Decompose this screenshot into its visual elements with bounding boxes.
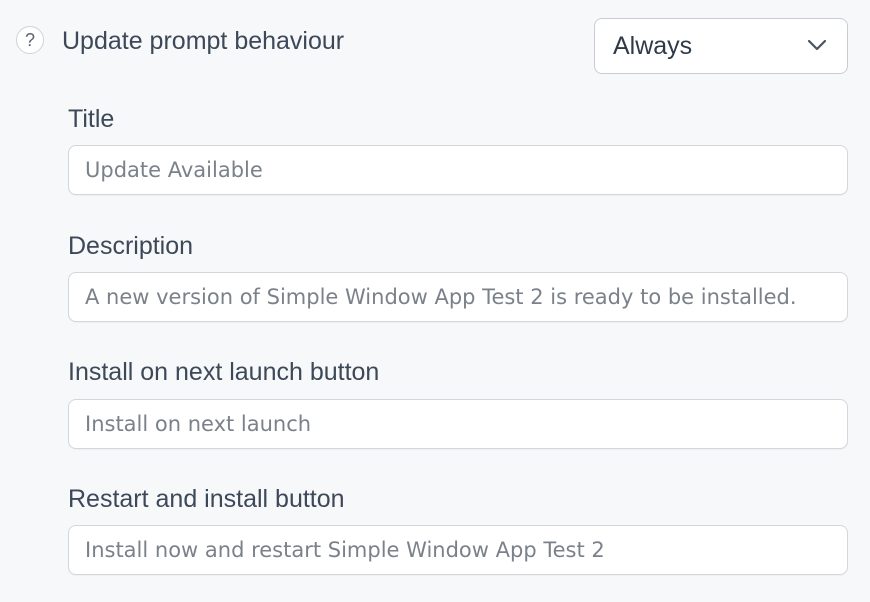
update-prompt-behaviour-label: Update prompt behaviour: [62, 27, 345, 55]
restart-and-install-input[interactable]: [68, 525, 848, 575]
description-input[interactable]: [68, 272, 848, 322]
update-prompt-behaviour-select[interactable]: Always: [594, 18, 848, 74]
install-on-next-launch-label: Install on next launch button: [68, 358, 380, 386]
title-input[interactable]: [68, 145, 848, 195]
title-label: Title: [68, 105, 115, 133]
description-label: Description: [68, 232, 194, 260]
help-icon[interactable]: ?: [16, 26, 44, 54]
select-value: Always: [613, 31, 693, 60]
install-on-next-launch-input[interactable]: [68, 399, 848, 449]
update-prompt-settings-panel: ? Update prompt behaviour Always Title D…: [0, 0, 870, 602]
question-mark-glyph: ?: [24, 29, 35, 50]
chevron-down-icon: [807, 39, 827, 51]
restart-and-install-label: Restart and install button: [68, 485, 345, 513]
